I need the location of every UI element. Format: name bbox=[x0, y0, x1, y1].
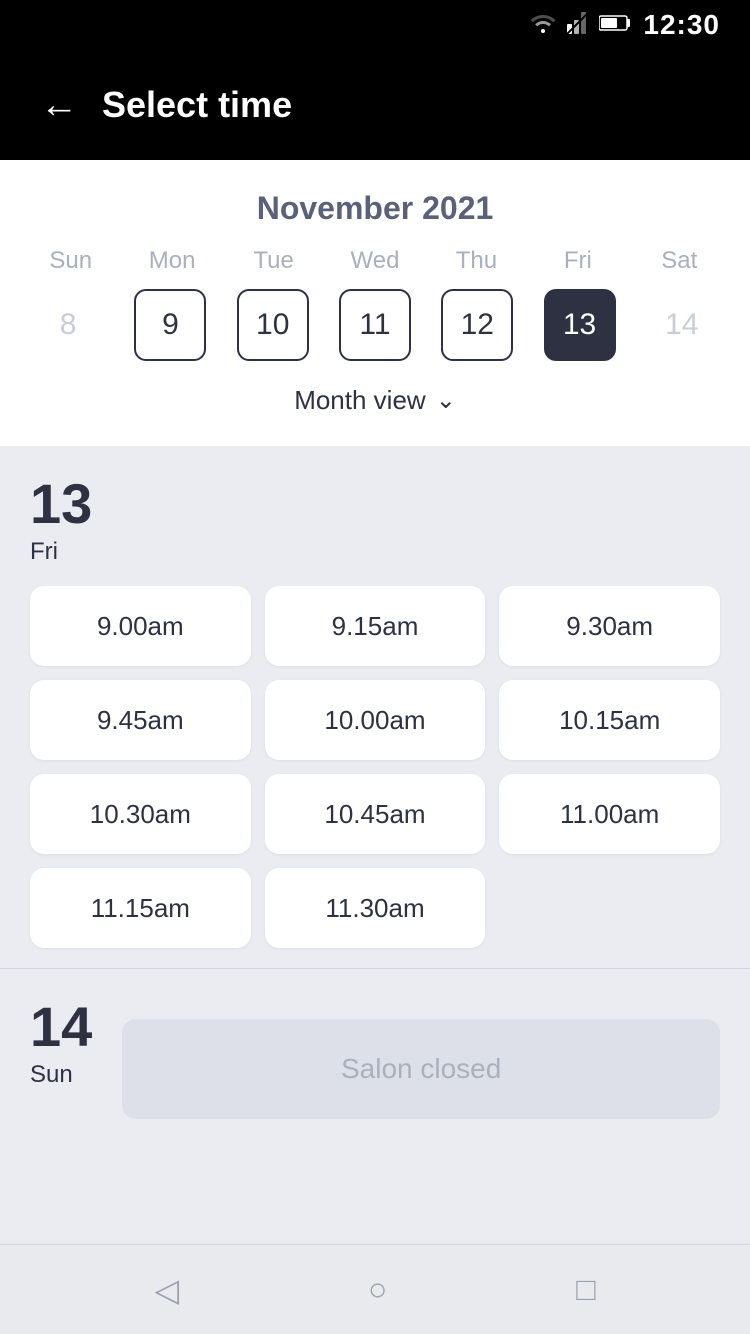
day-cell-14: 14 bbox=[634, 285, 730, 365]
day-11[interactable]: 11 bbox=[339, 289, 411, 361]
status-time: 12:30 bbox=[643, 9, 720, 41]
page-title: Select time bbox=[102, 84, 292, 126]
weekday-thu: Thu bbox=[426, 247, 527, 275]
slots-grid-13: 9.00am 9.15am 9.30am 9.45am 10.00am 10.1… bbox=[30, 586, 720, 948]
day-cell-12: 12 bbox=[429, 285, 525, 365]
status-bar: 12:30 bbox=[0, 0, 750, 50]
month-view-toggle[interactable]: Month view ⌄ bbox=[20, 365, 730, 426]
weekday-tue: Tue bbox=[223, 247, 324, 275]
day-13[interactable]: 13 bbox=[544, 289, 616, 361]
weekday-wed: Wed bbox=[324, 247, 425, 275]
day-cell-9: 9 bbox=[122, 285, 218, 365]
slot-1100am[interactable]: 11.00am bbox=[499, 774, 720, 854]
day-14-name: Sun bbox=[30, 1061, 92, 1089]
days-row: 8 9 10 11 12 13 14 bbox=[20, 285, 730, 365]
day-13-header: 13 Fri bbox=[30, 476, 720, 566]
signal-icon bbox=[567, 12, 589, 39]
slot-1000am[interactable]: 10.00am bbox=[265, 680, 486, 760]
day-cell-11: 11 bbox=[327, 285, 423, 365]
day-8[interactable]: 8 bbox=[32, 289, 104, 361]
month-view-label: Month view bbox=[294, 385, 426, 416]
day-block-13: 13 Fri 9.00am 9.15am 9.30am 9.45am 10.00… bbox=[0, 446, 750, 968]
day-14-number: 14 bbox=[30, 999, 92, 1055]
slot-1115am[interactable]: 11.15am bbox=[30, 868, 251, 948]
day-cell-10: 10 bbox=[225, 285, 321, 365]
battery-icon bbox=[599, 14, 631, 37]
day-13-name: Fri bbox=[30, 538, 92, 566]
chevron-down-icon: ⌄ bbox=[436, 386, 456, 415]
weekday-sat: Sat bbox=[629, 247, 730, 275]
timeslots-section: 13 Fri 9.00am 9.15am 9.30am 9.45am 10.00… bbox=[0, 446, 750, 1244]
slot-945am[interactable]: 9.45am bbox=[30, 680, 251, 760]
slot-1130am[interactable]: 11.30am bbox=[265, 868, 486, 948]
day-cell-8: 8 bbox=[20, 285, 116, 365]
slot-1015am[interactable]: 10.15am bbox=[499, 680, 720, 760]
status-icons bbox=[529, 12, 631, 39]
day-12[interactable]: 12 bbox=[441, 289, 513, 361]
slot-915am[interactable]: 9.15am bbox=[265, 586, 486, 666]
back-button[interactable]: ← bbox=[40, 86, 78, 124]
weekday-fri: Fri bbox=[527, 247, 628, 275]
slot-1045am[interactable]: 10.45am bbox=[265, 774, 486, 854]
weekday-sun: Sun bbox=[20, 247, 121, 275]
day-14[interactable]: 14 bbox=[646, 289, 718, 361]
nav-recent-button[interactable]: □ bbox=[576, 1271, 595, 1308]
slot-930am[interactable]: 9.30am bbox=[499, 586, 720, 666]
bottom-nav: ◁ ○ □ bbox=[0, 1244, 750, 1334]
day-13-number: 13 bbox=[30, 476, 92, 532]
month-year-label: November 2021 bbox=[20, 190, 730, 227]
salon-closed-message: Salon closed bbox=[122, 1019, 720, 1119]
nav-back-button[interactable]: ◁ bbox=[154, 1271, 179, 1309]
slot-900am[interactable]: 9.00am bbox=[30, 586, 251, 666]
day-9[interactable]: 9 bbox=[134, 289, 206, 361]
day-cell-13: 13 bbox=[531, 285, 627, 365]
day-14-header: 14 Sun Salon closed bbox=[30, 999, 720, 1119]
slot-1030am[interactable]: 10.30am bbox=[30, 774, 251, 854]
day-block-14: 14 Sun Salon closed bbox=[0, 968, 750, 1139]
weekdays-row: Sun Mon Tue Wed Thu Fri Sat bbox=[20, 247, 730, 275]
calendar-section: November 2021 Sun Mon Tue Wed Thu Fri Sa… bbox=[0, 160, 750, 446]
weekday-mon: Mon bbox=[121, 247, 222, 275]
wifi-icon bbox=[529, 13, 557, 38]
app-header: ← Select time bbox=[0, 50, 750, 160]
day-10[interactable]: 10 bbox=[237, 289, 309, 361]
nav-home-button[interactable]: ○ bbox=[368, 1271, 387, 1308]
